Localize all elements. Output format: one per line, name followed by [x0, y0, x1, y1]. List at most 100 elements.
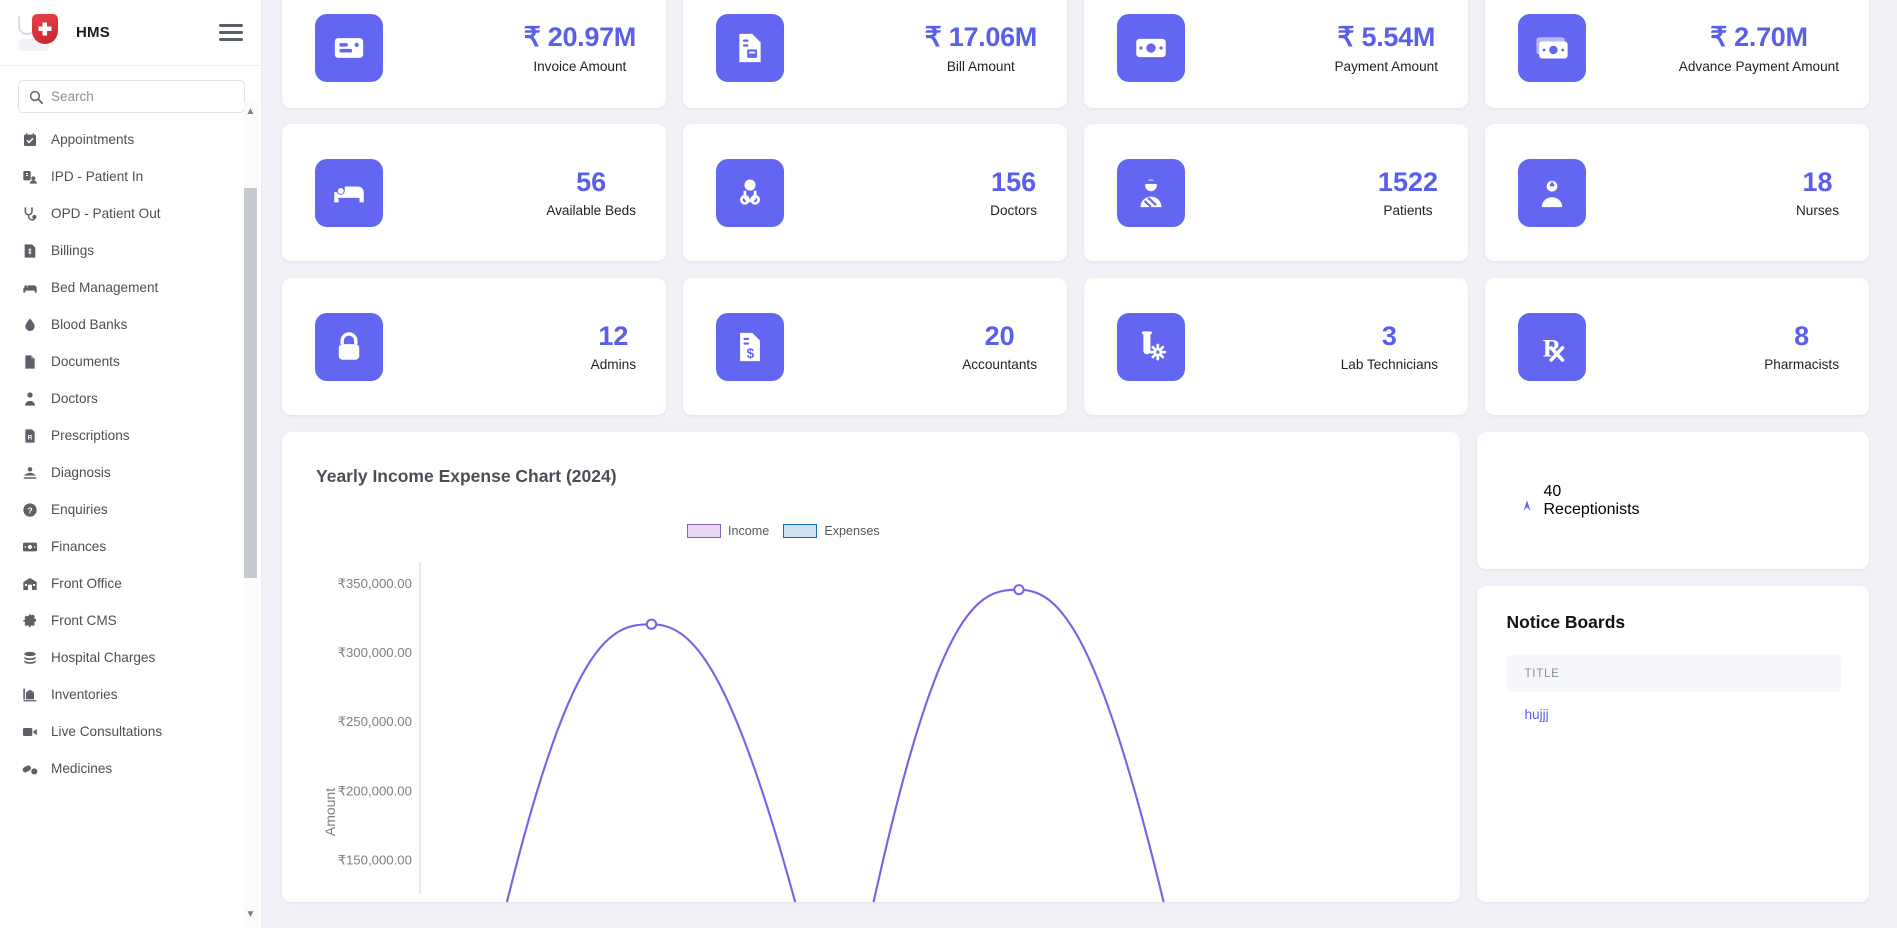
legend-item-income[interactable]: Income — [687, 524, 769, 538]
lock-icon — [315, 312, 383, 381]
chart-legend: Income Expenses — [687, 524, 880, 538]
stat-value: ₹ 5.54M — [1337, 22, 1436, 53]
sidebar-item-front-cms[interactable]: Front CMS — [0, 602, 243, 639]
chevron-down-icon[interactable]: ▼ — [244, 907, 257, 922]
stat-card-payment-amount[interactable]: ₹ 5.54M Payment Amount — [1084, 0, 1468, 108]
sidebar-item-appointments[interactable]: Appointments — [0, 121, 243, 158]
sidebar-item-label: Documents — [51, 354, 120, 369]
video-camera-icon — [20, 724, 39, 740]
stat-card-invoice-amount[interactable]: ₹ 20.97M Invoice Amount — [282, 0, 666, 108]
sidebar-item-inventories[interactable]: Inventories — [0, 676, 243, 713]
receptionists-value: 40 — [1543, 482, 1562, 500]
stat-value: 20 — [984, 320, 1015, 351]
legend-label-income: Income — [728, 524, 770, 538]
main-content: ₹ 20.97M Invoice Amount ₹ 17.06M Bill Amoun… — [262, 0, 1897, 928]
search-input[interactable] — [51, 89, 234, 104]
stat-value: 56 — [576, 166, 607, 197]
sidebar-item-label: Finances — [51, 539, 107, 554]
sidebar-item-billings[interactable]: Billings — [0, 232, 243, 269]
chart-point-income-1[interactable] — [645, 618, 658, 630]
sidebar-item-doctors[interactable]: Doctors — [0, 380, 243, 417]
stat-card-text: ₹ 20.97M Invoice Amount — [524, 22, 637, 73]
sidebar-item-label: Medicines — [51, 761, 113, 776]
stat-card-accountants[interactable]: $20 Accountants — [683, 278, 1067, 415]
hospital-shield-logo-icon — [16, 11, 64, 55]
stat-card-patients[interactable]: 1522 Patients — [1084, 124, 1468, 261]
stat-card-available-beds[interactable]: 56 Available Beds — [282, 124, 666, 261]
stat-card-nurses[interactable]: 18 Nurses — [1485, 124, 1869, 261]
doctor-icon — [716, 158, 784, 227]
patient-injured-icon — [1117, 158, 1185, 227]
sidebar-item-opd-patient-out[interactable]: OPD - Patient Out — [0, 195, 243, 232]
sidebar-item-hospital-charges[interactable]: Hospital Charges — [0, 639, 243, 676]
svg-text:R: R — [27, 434, 32, 441]
stat-card-admins[interactable]: 12 Admins — [282, 278, 666, 415]
legend-swatch-income — [687, 524, 721, 538]
sidebar-item-bed-management[interactable]: Bed Management — [0, 269, 243, 306]
sidebar-item-live-consultations[interactable]: Live Consultations — [0, 713, 243, 750]
stat-card-bill-amount[interactable]: ₹ 17.06M Bill Amount — [683, 0, 1067, 108]
chart-plot-area: ₹350,000.00 ₹300,000.00 ₹250,000.00 ₹200,00… — [322, 562, 1165, 902]
stat-card-doctors[interactable]: 156 Doctors — [683, 124, 1067, 261]
hamburger-icon[interactable] — [219, 20, 243, 45]
income-expense-chart-card: Yearly Income Expense Chart (2024) Incom… — [282, 432, 1460, 902]
notice-board-row-title-link[interactable]: hujjj — [1525, 707, 1549, 722]
stat-caption: Available Beds — [546, 203, 636, 219]
bed-icon — [315, 158, 383, 227]
stat-value: ₹ 2.70M — [1710, 22, 1808, 53]
sidebar-item-enquiries[interactable]: ? Enquiries — [0, 491, 243, 528]
stat-caption: Nurses — [1795, 203, 1839, 219]
billing-document-icon — [20, 243, 39, 259]
stat-caption: Advance Payment Amount — [1678, 58, 1839, 74]
bottom-region: Yearly Income Expense Chart (2024) Incom… — [270, 432, 1881, 902]
prescription-icon: R — [20, 428, 39, 444]
sidebar-item-label: Bed Management — [51, 280, 159, 295]
stat-card-lab-technicians[interactable]: 3 Lab Technicians — [1084, 278, 1468, 415]
chart-y-tick-label: ₹300,000.00 — [338, 645, 412, 660]
sidebar-item-ipd-patient-in[interactable]: IPD - Patient In — [0, 158, 243, 195]
doctor-icon — [20, 391, 39, 407]
chart-point-income-2[interactable] — [1013, 584, 1025, 596]
chart-y-tick-label: ₹200,000.00 — [338, 783, 412, 798]
stat-value: 1522 — [1377, 166, 1438, 197]
capsule-icon — [20, 761, 39, 777]
notice-board-header-row: TITLE — [1506, 655, 1841, 692]
stat-value: 18 — [1802, 166, 1833, 197]
bill-document-icon — [716, 14, 784, 82]
blood-drop-icon — [20, 317, 39, 333]
notice-board-table: TITLE hujjj — [1506, 655, 1841, 736]
stat-card-advance-payment-amount[interactable]: ₹ 2.70M Advance Payment Amount — [1485, 0, 1869, 108]
chevron-up-icon[interactable]: ▲ — [244, 104, 257, 119]
stat-card-text: 18 Nurses — [1796, 167, 1839, 218]
chart-y-tick-label: ₹250,000.00 — [338, 714, 412, 729]
stats-row-financial: ₹ 20.97M Invoice Amount ₹ 17.06M Bill Amoun… — [270, 0, 1881, 108]
sidebar-search-wrap — [0, 66, 261, 121]
stat-card-text: ₹ 5.54M Payment Amount — [1334, 22, 1438, 73]
sidebar-item-blood-banks[interactable]: Blood Banks — [0, 306, 243, 343]
sidebar-item-front-office[interactable]: Front Office — [0, 565, 243, 602]
calendar-check-icon — [20, 132, 39, 148]
stat-value: ₹ 17.06M — [924, 22, 1038, 53]
sidebar-item-label: Billings — [51, 243, 95, 258]
sidebar-scrollbar-thumb[interactable] — [244, 188, 257, 578]
sidebar-item-diagnosis[interactable]: Diagnosis — [0, 454, 243, 491]
legend-label-expenses: Expenses — [824, 524, 880, 538]
stat-caption: Payment Amount — [1334, 58, 1438, 74]
search-box[interactable] — [18, 80, 245, 113]
stat-card-pharmacists[interactable]: R 8 Pharmacists — [1485, 278, 1869, 415]
sidebar-item-label: Front CMS — [51, 613, 117, 628]
stethoscope-icon — [20, 206, 39, 222]
stat-value: 8 — [1794, 320, 1810, 351]
svg-text:?: ? — [27, 505, 32, 515]
chart-y-tick-label: ₹350,000.00 — [338, 576, 412, 591]
sidebar-item-prescriptions[interactable]: R Prescriptions — [0, 417, 243, 454]
front-office-icon — [20, 576, 39, 592]
sidebar-item-medicines[interactable]: Medicines — [0, 750, 243, 787]
stat-value: 12 — [598, 320, 629, 351]
stat-card-receptionists[interactable]: 40 Receptionists — [1476, 432, 1869, 569]
sidebar-item-finances[interactable]: Finances — [0, 528, 243, 565]
legend-item-expenses[interactable]: Expenses — [783, 524, 880, 538]
question-circle-icon: ? — [20, 502, 39, 518]
legend-swatch-expenses — [783, 524, 818, 538]
sidebar-item-documents[interactable]: Documents — [0, 343, 243, 380]
